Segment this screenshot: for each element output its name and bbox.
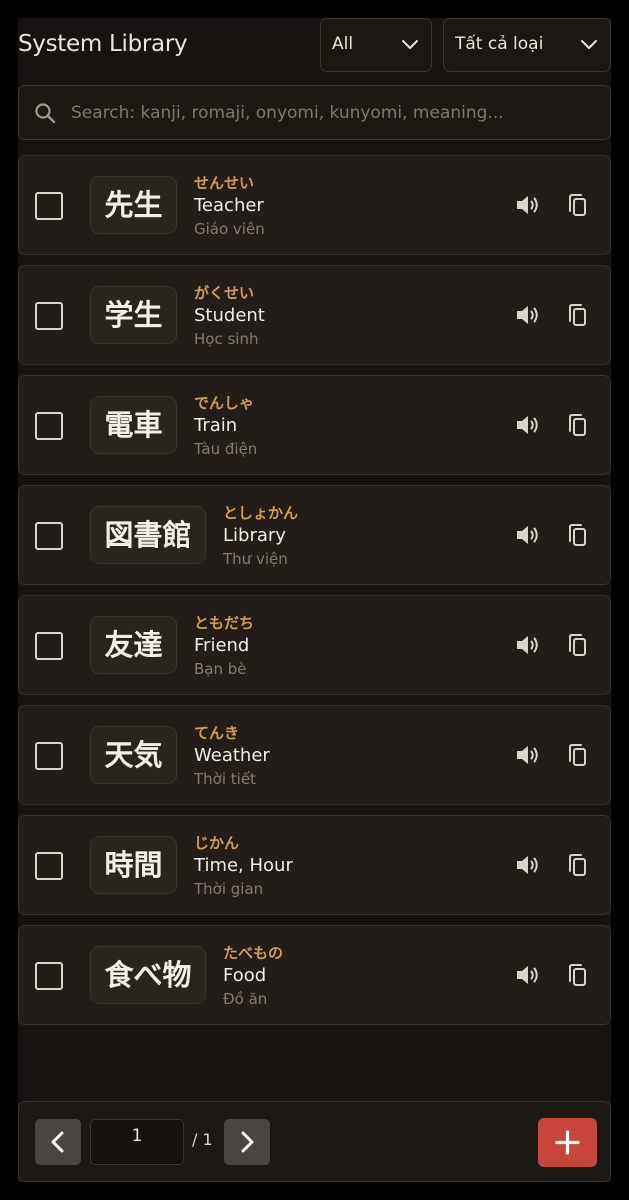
word-translation: Học sinh (194, 330, 259, 348)
plus-icon (555, 1130, 580, 1155)
kanji-display: 友達 (90, 616, 177, 674)
word-reading: でんしゃ (194, 394, 255, 412)
copy-icon[interactable] (565, 412, 589, 438)
word-translation: Thời gian (194, 880, 264, 898)
system-library-panel: System Library All Tất cả loại 先生せんせい Tea… (18, 18, 611, 1182)
word-card[interactable]: 天気 てんき Weather Thời tiết (18, 705, 611, 805)
word-details: せんせい Teacher Giáo viên (194, 174, 265, 239)
word-meaning: Train (194, 415, 238, 436)
kanji-display: 先生 (90, 176, 177, 234)
speaker-icon[interactable] (515, 303, 541, 327)
speaker-icon[interactable] (515, 853, 541, 877)
word-translation: Thời tiết (194, 770, 256, 788)
select-checkbox[interactable] (35, 522, 63, 550)
word-reading: てんき (194, 724, 240, 742)
word-details: ともだち Friend Bạn bè (194, 614, 254, 679)
word-card[interactable]: 先生 せんせい Teacher Giáo viên (18, 155, 611, 255)
kanji-display: 図書館 (90, 506, 206, 564)
word-reading: がくせい (194, 284, 255, 302)
chevron-left-icon (51, 1131, 64, 1153)
select-checkbox[interactable] (35, 852, 63, 880)
select-checkbox[interactable] (35, 412, 63, 440)
select-checkbox[interactable] (35, 192, 63, 220)
word-details: でんしゃ Train Tàu điện (194, 394, 257, 459)
kanji-display: 学生 (90, 286, 177, 344)
word-meaning: Weather (194, 745, 270, 766)
copy-icon[interactable] (565, 852, 589, 878)
level-filter-value: All (332, 34, 354, 54)
add-word-button[interactable] (538, 1118, 597, 1167)
copy-icon[interactable] (565, 302, 589, 328)
header: System Library All Tất cả loại (18, 18, 611, 74)
speaker-icon[interactable] (515, 193, 541, 217)
word-reading: ともだち (194, 614, 255, 632)
pagination-bar: / 1 (18, 1101, 611, 1182)
previous-page-button[interactable] (35, 1119, 81, 1165)
word-translation: Giáo viên (194, 220, 265, 238)
page-title: System Library (18, 31, 188, 57)
type-filter-value: Tất cả loại (455, 34, 544, 54)
copy-icon[interactable] (565, 632, 589, 658)
word-meaning: Time, Hour (194, 855, 293, 876)
select-checkbox[interactable] (35, 962, 63, 990)
word-meaning: Food (223, 965, 267, 986)
word-translation: Bạn bè (194, 660, 247, 678)
select-checkbox[interactable] (35, 632, 63, 660)
word-reading: じかん (194, 834, 240, 852)
word-details: てんき Weather Thời tiết (194, 724, 270, 789)
word-details: としょかん Library Thư viện (223, 504, 298, 569)
word-reading: としょかん (223, 504, 299, 522)
word-meaning: Student (194, 305, 265, 326)
speaker-icon[interactable] (515, 743, 541, 767)
word-details: じかん Time, Hour Thời gian (194, 834, 293, 899)
word-card[interactable]: 電車 でんしゃ Train Tàu điện (18, 375, 611, 475)
kanji-display: 食べ物 (90, 946, 206, 1004)
kanji-display: 時間 (90, 836, 177, 894)
word-card[interactable]: 学生 がくせい Student Học sinh (18, 265, 611, 365)
speaker-icon[interactable] (515, 963, 541, 987)
word-card[interactable]: 友達 ともだち Friend Bạn bè (18, 595, 611, 695)
word-reading: せんせい (194, 174, 255, 192)
search-icon (35, 103, 56, 124)
speaker-icon[interactable] (515, 633, 541, 657)
chevron-down-icon (581, 40, 597, 49)
word-meaning: Friend (194, 635, 250, 656)
kanji-display: 電車 (90, 396, 177, 454)
word-meaning: Teacher (194, 195, 264, 216)
speaker-icon[interactable] (515, 413, 541, 437)
word-translation: Đồ ăn (223, 990, 268, 1008)
select-checkbox[interactable] (35, 302, 63, 330)
copy-icon[interactable] (565, 742, 589, 768)
copy-icon[interactable] (565, 522, 589, 548)
chevron-right-icon (241, 1131, 254, 1153)
search-input[interactable] (71, 96, 591, 130)
page-total-label: / 1 (192, 1130, 213, 1149)
search-bar (18, 85, 611, 140)
word-details: たべもの Food Đồ ăn (223, 944, 283, 1009)
copy-icon[interactable] (565, 192, 589, 218)
type-filter-select[interactable]: Tất cả loại (443, 18, 611, 72)
kanji-display: 天気 (90, 726, 177, 784)
copy-icon[interactable] (565, 962, 589, 988)
word-card[interactable]: 図書館 としょかん Library Thư viện (18, 485, 611, 585)
word-translation: Thư viện (223, 550, 288, 568)
word-card[interactable]: 時間 じかん Time, Hour Thời gian (18, 815, 611, 915)
chevron-down-icon (402, 40, 418, 49)
word-card[interactable]: 食べ物 たべもの Food Đồ ăn (18, 925, 611, 1025)
word-translation: Tàu điện (194, 440, 258, 458)
word-reading: たべもの (223, 944, 284, 962)
word-meaning: Library (223, 525, 286, 546)
speaker-icon[interactable] (515, 523, 541, 547)
select-checkbox[interactable] (35, 742, 63, 770)
level-filter-select[interactable]: All (320, 18, 432, 72)
word-details: がくせい Student Học sinh (194, 284, 265, 349)
next-page-button[interactable] (224, 1119, 270, 1165)
page-number-input[interactable] (90, 1119, 184, 1165)
